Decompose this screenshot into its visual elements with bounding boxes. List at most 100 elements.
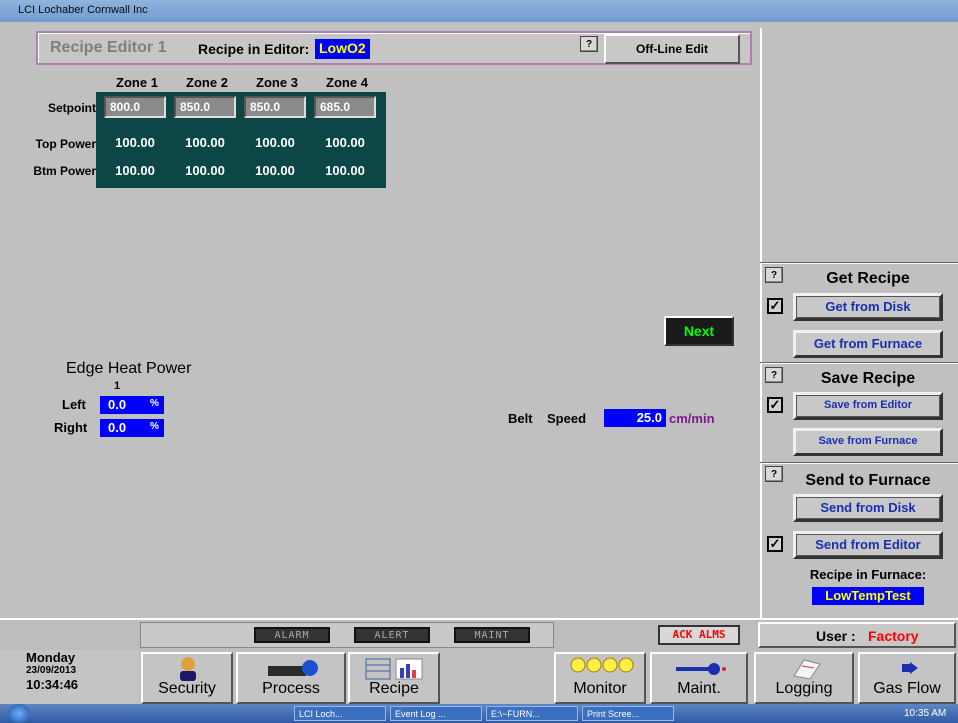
- get-recipe-title: Get Recipe: [826, 270, 910, 287]
- save-recipe-help-icon[interactable]: ?: [765, 367, 783, 383]
- taskbar-clock: 10:35 AM: [904, 708, 947, 719]
- gas-valve-icon: [902, 662, 918, 674]
- person-icon: [180, 657, 196, 681]
- nav-gasflow-button[interactable]: Gas Flow: [858, 652, 956, 704]
- nav-monitor-label: Monitor: [573, 680, 627, 697]
- get-from-disk-checkbox[interactable]: ✓: [767, 298, 783, 314]
- recipe-in-editor-label: Recipe in Editor:: [198, 41, 310, 57]
- nav-process-label: Process: [262, 680, 320, 697]
- right-panel: [760, 28, 958, 618]
- window-titlebar: LCI Lochaber Cornwall Inc: [0, 0, 958, 22]
- divider: [760, 462, 958, 464]
- send-from-editor-checkbox[interactable]: ✓: [767, 536, 783, 552]
- nav-logging-button[interactable]: Logging: [754, 652, 854, 704]
- edge-right-field[interactable]: 0.0 %: [100, 419, 164, 437]
- lightbulbs-icon: [570, 657, 634, 673]
- nav-recipe-button[interactable]: Recipe: [348, 652, 440, 704]
- save-recipe-title: Save Recipe: [820, 370, 916, 387]
- save-from-editor-button[interactable]: Save from Editor: [793, 392, 943, 420]
- top-power-zone-1[interactable]: 100.00: [102, 131, 168, 155]
- user-label: User :: [816, 628, 856, 644]
- page-title: Recipe Editor 1: [50, 39, 167, 56]
- user-box: User : Factory: [758, 622, 956, 648]
- zone-4-header: Zone 4: [326, 75, 368, 90]
- window-title: LCI Lochaber Cornwall Inc: [18, 4, 148, 16]
- taskbar-item-furnace-folder[interactable]: E:\~FURN...: [486, 706, 578, 721]
- alert-indicator[interactable]: ALERT: [354, 627, 430, 643]
- divider: [760, 362, 958, 364]
- nav-monitor-button[interactable]: Monitor: [554, 652, 646, 704]
- setpoint-zone-4[interactable]: 685.0: [314, 96, 376, 118]
- nav-recipe-label: Recipe: [369, 680, 419, 697]
- btm-power-zone-3[interactable]: 100.00: [242, 159, 308, 183]
- edge-right-value: 0.0: [108, 420, 127, 435]
- send-from-editor-button[interactable]: Send from Editor: [793, 531, 943, 559]
- edge-left-value: 0.0: [108, 397, 127, 412]
- nav-maint-button[interactable]: Maint.: [650, 652, 748, 704]
- maint-indicator[interactable]: MAINT: [454, 627, 530, 643]
- edge-left-field[interactable]: 0.0 %: [100, 396, 164, 414]
- top-power-label: Top Power: [35, 137, 96, 151]
- datetime-panel: Monday 23/09/2013 10:34:46: [0, 650, 138, 704]
- setpoint-zone-2[interactable]: 850.0: [174, 96, 236, 118]
- get-recipe-help-icon[interactable]: ?: [765, 267, 783, 283]
- get-from-furnace-button[interactable]: Get from Furnace: [793, 330, 943, 358]
- next-button[interactable]: Next: [664, 316, 734, 346]
- nav-process-button[interactable]: Process: [236, 652, 346, 704]
- btm-power-zone-1[interactable]: 100.00: [102, 159, 168, 183]
- edge-left-unit: %: [150, 398, 159, 409]
- send-from-disk-button[interactable]: Send from Disk: [793, 494, 943, 522]
- logbook-icon: [793, 659, 821, 680]
- recipe-in-furnace-label: Recipe in Furnace:: [809, 567, 927, 582]
- edge-left-label: Left: [62, 397, 86, 412]
- belt-speed-field[interactable]: 25.0: [604, 409, 666, 427]
- speed-label: Speed: [547, 411, 587, 426]
- belt-label: Belt: [508, 411, 533, 426]
- zone-3-header: Zone 3: [256, 75, 298, 90]
- offline-edit-button[interactable]: Off-Line Edit: [604, 34, 740, 64]
- time-text: 10:34:46: [26, 677, 79, 692]
- user-name: Factory: [868, 628, 919, 644]
- wrench-icon: [676, 663, 726, 675]
- zone-2-header: Zone 2: [186, 75, 228, 90]
- nav-maint-label: Maint.: [677, 680, 721, 697]
- recipe-table-icon: [365, 658, 423, 680]
- edge-right-label: Right: [54, 420, 88, 435]
- nav-security-label: Security: [158, 680, 216, 697]
- recipe-in-furnace-value: LowTempTest: [812, 587, 924, 605]
- nav-logging-label: Logging: [775, 680, 833, 697]
- edge-right-unit: %: [150, 421, 159, 432]
- zone-1-header: Zone 1: [116, 75, 158, 90]
- send-furnace-title: Send to Furnace: [805, 472, 931, 489]
- send-furnace-help-icon[interactable]: ?: [765, 466, 783, 482]
- taskbar-item-eventlog[interactable]: Event Log ...: [390, 706, 482, 721]
- btm-power-zone-2[interactable]: 100.00: [172, 159, 238, 183]
- save-from-furnace-button[interactable]: Save from Furnace: [793, 428, 943, 456]
- belt-speed-unit: cm/min: [669, 411, 715, 426]
- top-power-zone-4[interactable]: 100.00: [312, 131, 378, 155]
- divider: [760, 262, 958, 264]
- btm-power-zone-4[interactable]: 100.00: [312, 159, 378, 183]
- ack-alarms-button[interactable]: ACK ALMS: [658, 625, 740, 645]
- recipe-in-editor-value[interactable]: LowO2: [315, 39, 370, 59]
- btm-power-label: Btm Power: [33, 164, 96, 178]
- help-icon[interactable]: ?: [580, 36, 598, 52]
- top-power-zone-3[interactable]: 100.00: [242, 131, 308, 155]
- taskbar-item-lci[interactable]: LCI Loch...: [294, 706, 386, 721]
- top-power-zone-2[interactable]: 100.00: [172, 131, 238, 155]
- save-from-editor-checkbox[interactable]: ✓: [767, 397, 783, 413]
- setpoint-label: Setpoint: [48, 101, 96, 115]
- nav-gasflow-label: Gas Flow: [873, 680, 941, 697]
- date-text: 23/09/2013: [26, 665, 77, 676]
- alarm-indicator[interactable]: ALARM: [254, 627, 330, 643]
- furnace-icon: [268, 660, 318, 676]
- day-text: Monday: [26, 650, 76, 665]
- edge-heat-index: 1: [114, 380, 121, 392]
- edge-heat-title: Edge Heat Power: [66, 360, 192, 377]
- start-icon[interactable]: [8, 704, 30, 723]
- taskbar-item-printscreen[interactable]: Print Scree...: [582, 706, 674, 721]
- nav-security-button[interactable]: Security: [141, 652, 233, 704]
- setpoint-zone-1[interactable]: 800.0: [104, 96, 166, 118]
- get-from-disk-button[interactable]: Get from Disk: [793, 293, 943, 321]
- setpoint-zone-3[interactable]: 850.0: [244, 96, 306, 118]
